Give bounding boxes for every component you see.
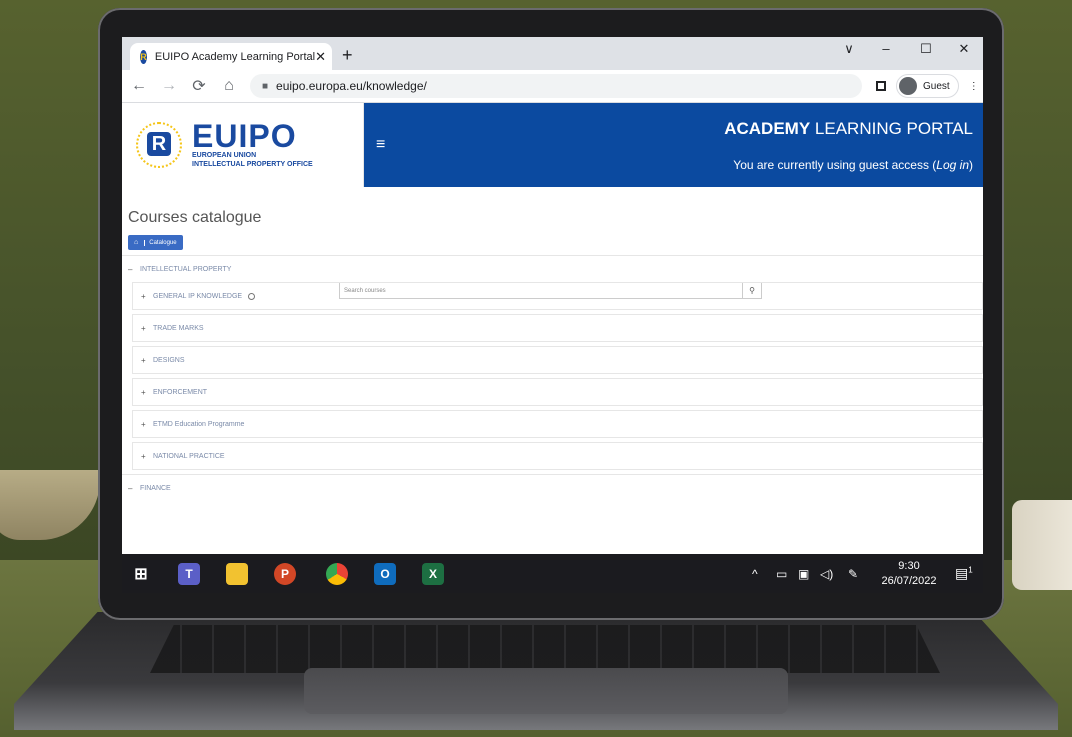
windows-taskbar: ⊞ T P O X ^ ▭ ▣ ◁) ✎ 9:30 26/07/2022 ▤1 — [122, 554, 983, 593]
new-tab-button[interactable]: + — [342, 45, 353, 66]
laptop-screen: R EUIPO Academy Learning Portal ✕ + ∨ – … — [122, 37, 983, 593]
reload-icon[interactable]: ⟳ — [186, 76, 212, 96]
guest-profile-button[interactable]: Guest — [896, 74, 959, 98]
collapse-icon[interactable]: – — [128, 265, 134, 274]
nav-menubar: ≡ — [364, 103, 629, 187]
outlook-icon[interactable]: O — [374, 563, 396, 585]
address-toolbar: ← → ⟳ ⌂ ■ euipo.europa.eu/knowledge/ Gue… — [122, 70, 983, 103]
windows-start-icon[interactable]: ⊞ — [130, 563, 152, 585]
subcategory-national-practice[interactable]: + NATIONAL PRACTICE — [132, 442, 983, 470]
chrome-icon[interactable] — [326, 563, 348, 585]
notification-center-icon[interactable]: ▤1 — [955, 565, 973, 582]
maximize-button[interactable]: ☐ — [914, 41, 938, 57]
url-text: euipo.europa.eu/knowledge/ — [276, 79, 427, 93]
tab-title: EUIPO Academy Learning Portal — [154, 50, 316, 63]
subcategory-etmd-education[interactable]: + ETMD Education Programme — [132, 410, 983, 438]
category-tree: – INTELLECTUAL PROPERTY + GENERAL IP KNO… — [122, 255, 983, 501]
lock-icon: ■ — [262, 80, 269, 92]
eu-stars-icon: R — [136, 122, 182, 168]
portal-banner: ACADEMY LEARNING PORTAL You are currentl… — [629, 103, 983, 187]
expand-icon[interactable]: + — [141, 356, 147, 365]
profile-label: Guest — [923, 80, 950, 92]
hamburger-menu-icon[interactable]: ≡ — [376, 136, 385, 154]
avatar-icon — [899, 77, 917, 95]
euipo-logo[interactable]: R EUIPO EUROPEAN UNION INTELLECTUAL PROP… — [122, 103, 364, 187]
guest-access-notice: You are currently using guest access (Lo… — [733, 158, 973, 172]
page-title: Courses catalogue — [128, 209, 262, 226]
side-panel-icon[interactable] — [876, 81, 886, 91]
browser-tab[interactable]: R EUIPO Academy Learning Portal ✕ — [130, 43, 332, 70]
excel-icon[interactable]: X — [422, 563, 444, 585]
logo-subtitle-2: INTELLECTUAL PROPERTY OFFICE — [192, 161, 313, 168]
close-tab-icon[interactable]: ✕ — [315, 49, 326, 65]
minimize-button[interactable]: – — [874, 41, 898, 56]
subcategory-enforcement[interactable]: + ENFORCEMENT — [132, 378, 983, 406]
info-icon[interactable] — [248, 292, 256, 300]
home-icon[interactable]: ⌂ — [216, 77, 242, 95]
breadcrumb-catalogue[interactable]: Catalogue — [144, 239, 182, 246]
subcategory-general-ip-knowledge[interactable]: + GENERAL IP KNOWLEDGE — [132, 282, 983, 310]
laptop-touchpad — [304, 668, 788, 714]
expand-icon[interactable]: + — [141, 452, 147, 461]
tab-search-icon[interactable]: ∨ — [837, 41, 861, 57]
portal-title: ACADEMY LEARNING PORTAL — [724, 119, 973, 138]
expand-icon[interactable]: + — [141, 420, 147, 429]
close-window-button[interactable]: ✕ — [952, 41, 976, 57]
home-breadcrumb-icon[interactable]: ⌂ — [128, 239, 144, 246]
forward-arrow-icon[interactable]: → — [156, 77, 182, 95]
profile-area: Guest ⋮ — [876, 74, 979, 98]
cup-object — [1012, 500, 1072, 590]
expand-icon[interactable]: + — [141, 324, 147, 333]
expand-icon[interactable]: + — [141, 292, 147, 301]
taskbar-clock[interactable]: 9:30 26/07/2022 — [876, 559, 942, 589]
expand-icon[interactable]: + — [141, 388, 147, 397]
pen-icon[interactable]: ✎ — [848, 567, 858, 581]
address-bar[interactable]: ■ euipo.europa.eu/knowledge/ — [250, 74, 862, 98]
volume-icon[interactable]: ◁) — [820, 567, 833, 581]
file-explorer-icon[interactable] — [226, 563, 248, 585]
clock-date: 26/07/2022 — [881, 575, 937, 587]
site-header: R EUIPO EUROPEAN UNION INTELLECTUAL PROP… — [122, 103, 983, 187]
back-arrow-icon[interactable]: ← — [126, 77, 152, 95]
battery-icon[interactable]: ▭ — [776, 567, 787, 581]
teams-icon[interactable]: T — [178, 563, 200, 585]
network-icon[interactable]: ▣ — [798, 567, 809, 581]
login-link[interactable]: Log in — [936, 158, 969, 172]
powerpoint-icon[interactable]: P — [274, 563, 296, 585]
breadcrumb: ⌂ Catalogue — [128, 235, 183, 250]
collapse-icon[interactable]: – — [128, 484, 134, 493]
kebab-menu-icon[interactable]: ⋮ — [969, 81, 979, 92]
subcategory-trade-marks[interactable]: + TRADE MARKS — [132, 314, 983, 342]
clock-time: 9:30 — [898, 560, 920, 572]
category-intellectual-property[interactable]: – INTELLECTUAL PROPERTY — [122, 255, 983, 282]
laptop-keyboard — [150, 625, 940, 673]
logo-wordmark: EUIPO — [192, 118, 297, 154]
subcategory-designs[interactable]: + DESIGNS — [132, 346, 983, 374]
browser-tabstrip: R EUIPO Academy Learning Portal ✕ + ∨ – … — [122, 37, 983, 70]
euipo-favicon-icon: R — [140, 49, 147, 64]
category-finance[interactable]: – FINANCE — [122, 474, 983, 501]
tray-chevron-icon[interactable]: ^ — [752, 567, 758, 581]
